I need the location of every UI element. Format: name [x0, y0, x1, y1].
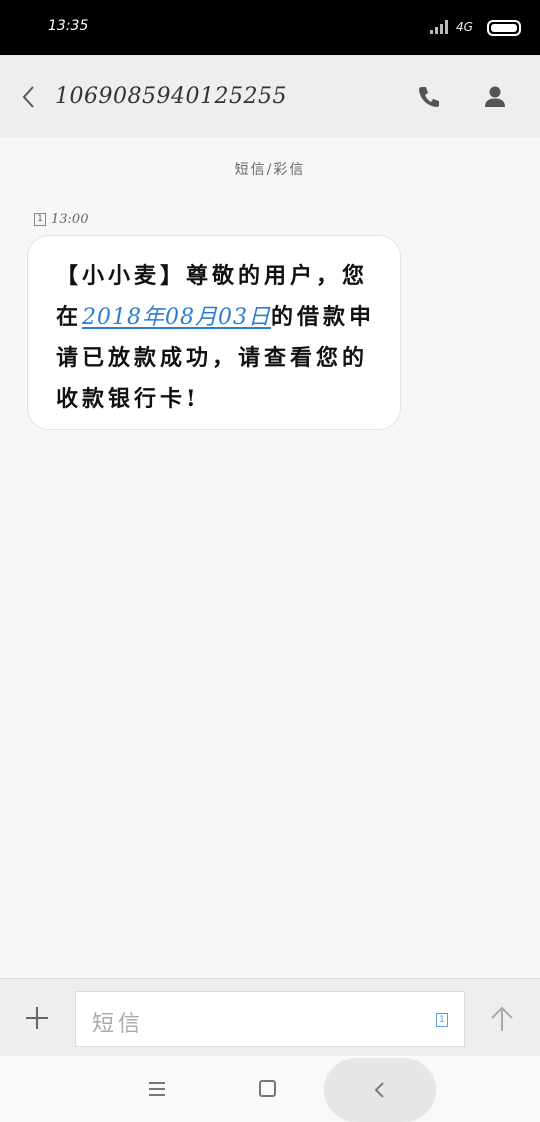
conversation-type-label: 短信/彩信	[234, 162, 306, 178]
app-header: 1069085940125255	[0, 55, 540, 137]
network-type: 4G	[456, 20, 473, 34]
message-time: 13:00	[51, 211, 89, 227]
date-link[interactable]: 2018年08月03日	[82, 305, 271, 330]
menu-icon[interactable]	[142, 1078, 172, 1100]
contact-icon[interactable]	[480, 82, 510, 112]
phone-icon[interactable]	[414, 82, 444, 112]
message-text: 【小小麦】尊敬的用户，您在2018年08月03日的借款申请已放款成功，请查看您的…	[56, 256, 382, 419]
back-icon[interactable]	[14, 82, 44, 112]
message-input[interactable]: 短信 1	[75, 991, 465, 1047]
plus-icon[interactable]	[22, 1003, 52, 1033]
conversation-title: 1069085940125255	[55, 84, 287, 109]
sim-select-icon[interactable]: 1	[436, 1013, 448, 1027]
nav-back-button[interactable]	[324, 1058, 436, 1122]
back-icon	[374, 1082, 384, 1098]
navigation-bar	[0, 1056, 540, 1122]
battery-icon	[487, 20, 521, 36]
send-arrow-icon[interactable]	[486, 1003, 518, 1035]
message-meta: 1 13:00	[34, 210, 88, 228]
sim-card-icon: 1	[34, 212, 46, 226]
message-bubble[interactable]: 【小小麦】尊敬的用户，您在2018年08月03日的借款申请已放款成功，请查看您的…	[27, 235, 401, 430]
composer-bar: 短信 1	[0, 978, 540, 1056]
signal-icon	[430, 20, 450, 34]
home-icon[interactable]	[252, 1078, 282, 1100]
status-bar: 13:35 4G	[0, 0, 540, 55]
status-time: 13:35	[48, 18, 89, 34]
message-placeholder: 短信	[92, 1012, 145, 1037]
